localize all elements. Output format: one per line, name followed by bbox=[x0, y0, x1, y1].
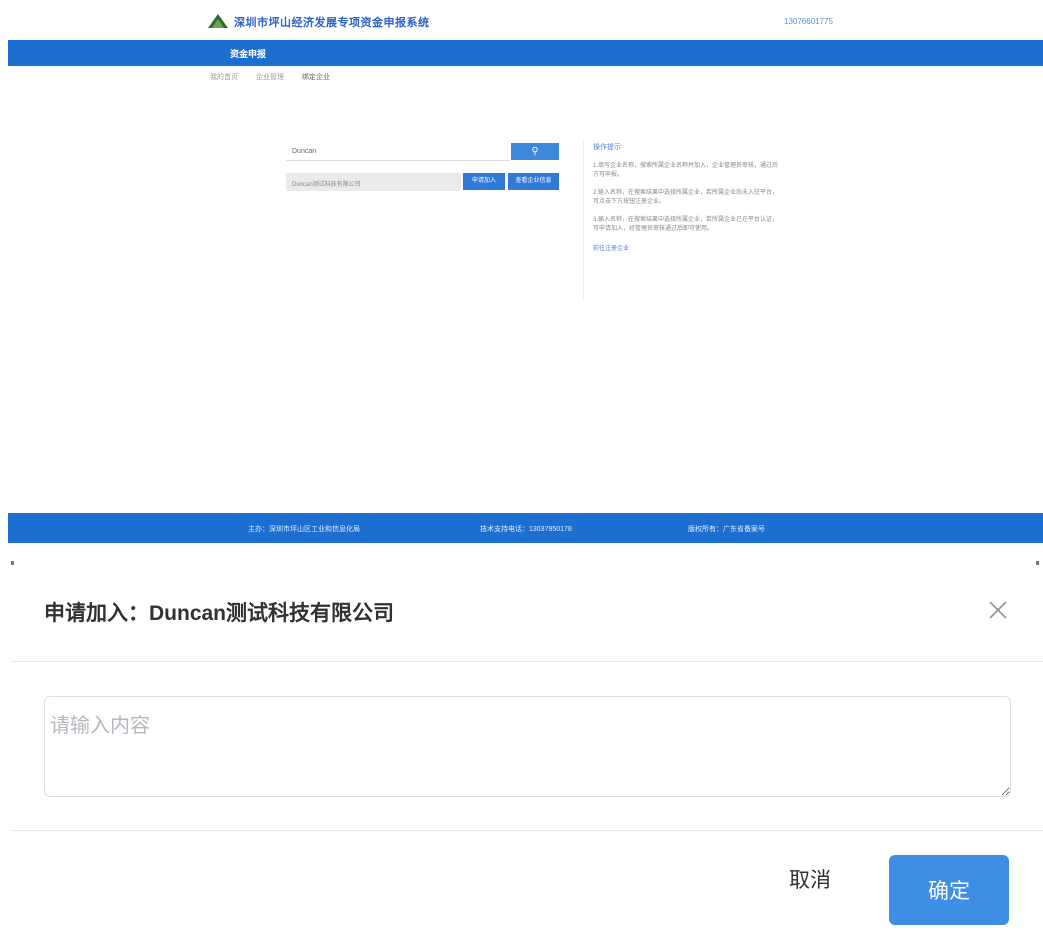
apply-join-button[interactable]: 申请加入 bbox=[463, 173, 505, 190]
background-page: 深圳市坪山经济发展专项资金申报系统 13076601775 资金申报 我的首页 … bbox=[0, 0, 1043, 545]
breadcrumb-company[interactable]: 企业管理 bbox=[256, 74, 284, 81]
site-logo-icon bbox=[208, 14, 228, 28]
search-button[interactable]: ⚲ bbox=[511, 143, 559, 160]
vertical-divider bbox=[583, 140, 584, 300]
view-company-button[interactable]: 查看企业信息 bbox=[508, 173, 559, 190]
dialog-corner-mark bbox=[1036, 561, 1039, 565]
apply-reason-textarea[interactable] bbox=[44, 696, 1011, 797]
close-icon bbox=[989, 601, 1007, 619]
dialog-header-divider bbox=[11, 661, 1043, 662]
footer-support: 技术支持电话：13037950178 bbox=[480, 526, 572, 533]
search-icon: ⚲ bbox=[531, 146, 539, 157]
dialog-title: 申请加入：Duncan测试科技有限公司 bbox=[44, 602, 395, 625]
confirm-button[interactable]: 确定 bbox=[889, 855, 1009, 925]
site-footer: 主办：深圳市坪山区工业和信息化局 技术支持电话：13037950178 版权所有… bbox=[8, 513, 1043, 543]
tips-panel: 操作提示 1.填写企业名称，搜索所属企业名称并加入，企业管理员审核，通过后方可申… bbox=[593, 142, 778, 252]
tips-line: 3.输入名称，在搜索结果中选择所属企业，若所属企业已在平台认证，可申请加入，经管… bbox=[593, 217, 779, 232]
dialog-corner-mark bbox=[11, 561, 14, 565]
nav-item-funding[interactable]: 资金申报 bbox=[230, 47, 266, 60]
register-company-link[interactable]: 前往注册企业 bbox=[593, 243, 778, 252]
dialog-footer-divider bbox=[11, 830, 1043, 831]
close-button[interactable] bbox=[980, 592, 1016, 628]
tips-title: 操作提示 bbox=[593, 144, 621, 151]
breadcrumb-home[interactable]: 我的首页 bbox=[210, 74, 238, 81]
site-header: 深圳市坪山经济发展专项资金申报系统 13076601775 bbox=[0, 0, 1043, 40]
search-result-company: Duncan测试科技有限公司 bbox=[286, 173, 461, 191]
tips-line: 2.输入名称，在搜索结果中选择所属企业，若所属企业尚未入驻平台，可点击下方按钮注… bbox=[593, 190, 779, 205]
tips-line: 1.填写企业名称，搜索所属企业名称并加入，企业管理员审核，通过后方可申报。 bbox=[593, 163, 779, 178]
company-search-input[interactable]: Duncan bbox=[286, 143, 510, 161]
breadcrumb: 我的首页 企业管理 绑定企业 bbox=[210, 72, 346, 82]
user-phone[interactable]: 13076601775 bbox=[784, 17, 833, 26]
breadcrumb-current: 绑定企业 bbox=[301, 74, 330, 81]
apply-join-dialog: 申请加入：Duncan测试科技有限公司 取消 确定 bbox=[0, 557, 1043, 940]
cancel-button[interactable]: 取消 bbox=[770, 857, 850, 901]
main-nav: 资金申报 bbox=[8, 40, 1043, 66]
site-title: 深圳市坪山经济发展专项资金申报系统 bbox=[234, 17, 430, 29]
footer-record: 版权所有：广东省备案号 bbox=[688, 526, 765, 533]
footer-host: 主办：深圳市坪山区工业和信息化局 bbox=[248, 526, 360, 533]
